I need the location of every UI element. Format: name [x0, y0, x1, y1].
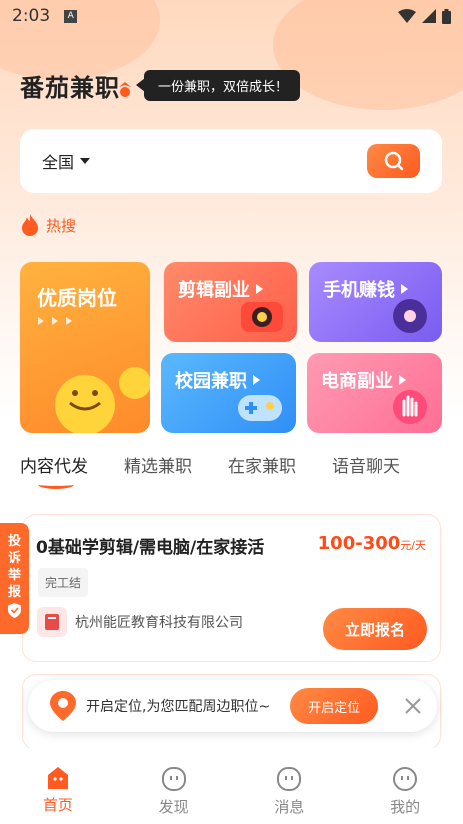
arrow-dots-icon: [38, 317, 72, 325]
report-char: 举: [7, 568, 21, 583]
discover-icon: [161, 767, 186, 791]
nav-label: 首页: [42, 796, 73, 814]
a-icon: A: [64, 9, 78, 23]
camera-icon: [241, 302, 283, 332]
shield-icon: [8, 603, 21, 618]
profile-icon: [393, 767, 418, 791]
signal-icon: [422, 9, 436, 23]
wifi-icon: [398, 9, 416, 23]
nav-label: 消息: [274, 798, 305, 816]
tab-work-from-home[interactable]: 在家兼职: [228, 452, 296, 477]
tomato-icon: [119, 81, 131, 97]
nav-label: 我的: [390, 798, 421, 816]
message-icon: [277, 767, 302, 791]
bottom-nav: 首页 发现 消息 我的: [0, 748, 463, 824]
job-title: 0基础学剪辑/需电脑/在家接活: [36, 538, 265, 558]
job-card[interactable]: 0基础学剪辑/需电脑/在家接活 100-300元/天 完工结 杭州能匠教育科技有…: [22, 514, 441, 662]
category-quality-jobs[interactable]: 优质岗位: [20, 262, 150, 433]
smiley-mascot-icon: [55, 367, 150, 433]
report-button[interactable]: 投 诉 举 报: [0, 523, 29, 634]
company-logo: [37, 607, 67, 637]
tab-voice-chat[interactable]: 语音聊天: [332, 452, 400, 477]
company: 杭州能匠教育科技有限公司: [37, 607, 243, 637]
nav-discover[interactable]: 发现: [116, 748, 232, 824]
nav-label: 发现: [158, 798, 189, 816]
category-phone-earn[interactable]: 手机赚钱: [309, 262, 442, 342]
home-icon: [47, 767, 68, 789]
region-selector[interactable]: 全国: [42, 149, 74, 173]
search-icon: [384, 151, 403, 171]
vinyl-record-icon: [393, 299, 427, 333]
hand-icon: [393, 390, 427, 424]
report-char: 诉: [7, 551, 21, 566]
book-icon: [45, 614, 59, 630]
location-banner: 开启定位,为您匹配周边职位~ 开启定位: [28, 680, 437, 732]
brand-slogan: 一份兼职，双倍成长！: [135, 70, 301, 101]
report-char: 报: [7, 585, 21, 600]
brand: 番茄兼职 一份兼职，双倍成长！: [20, 68, 301, 103]
tab-featured[interactable]: 精选兼职: [124, 452, 192, 477]
enable-location-button[interactable]: 开启定位: [290, 688, 379, 724]
gamepad-icon: [238, 395, 282, 421]
chevron-down-icon[interactable]: [80, 158, 91, 164]
category-ecommerce[interactable]: 电商副业: [307, 353, 442, 433]
job-tabs: 内容代发 精选兼职 在家兼职 语音聊天: [20, 452, 450, 489]
job-salary: 100-300元/天: [317, 533, 426, 554]
close-icon[interactable]: [403, 696, 423, 716]
category-label: 优质岗位: [37, 286, 117, 310]
app-logo: 番茄兼职: [20, 74, 120, 102]
apply-button[interactable]: 立即报名: [323, 608, 427, 650]
flame-icon: [22, 214, 38, 236]
search-bar: 全国: [20, 129, 442, 193]
nav-profile[interactable]: 我的: [347, 748, 463, 824]
report-char: 投: [7, 534, 21, 549]
battery-icon: [442, 8, 451, 24]
search-button[interactable]: [367, 144, 420, 178]
company-name: 杭州能匠教育科技有限公司: [75, 615, 243, 631]
status-bar: 2:03 A: [0, 0, 463, 32]
hot-search-label: 热搜: [46, 216, 77, 235]
hot-search[interactable]: 热搜: [20, 214, 76, 236]
category-video-edit[interactable]: 剪辑副业: [164, 262, 297, 342]
tab-content-distribution[interactable]: 内容代发: [20, 452, 88, 489]
location-pin-icon: [50, 691, 76, 721]
location-message: 开启定位,为您匹配周边职位~: [86, 699, 271, 715]
nav-home[interactable]: 首页: [0, 748, 116, 824]
status-time: 2:03: [12, 6, 51, 26]
job-tag: 完工结: [38, 568, 89, 597]
nav-messages[interactable]: 消息: [232, 748, 348, 824]
status-icons: [398, 8, 451, 24]
category-campus[interactable]: 校园兼职: [161, 353, 296, 433]
